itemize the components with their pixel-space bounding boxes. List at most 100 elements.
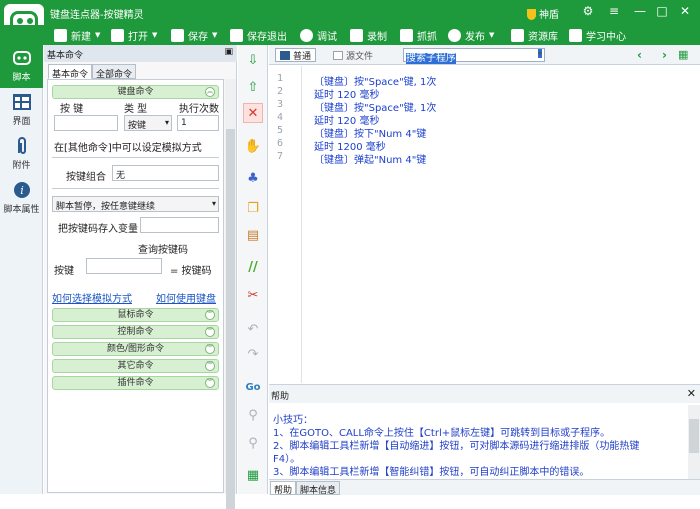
save-exit-button[interactable]: 保存退出 xyxy=(230,27,287,43)
combo-input[interactable]: 无 xyxy=(112,165,219,181)
window-icon[interactable]: ▦ xyxy=(243,465,263,485)
how-to-simulate-link[interactable]: 如何选择模拟方式 xyxy=(52,290,132,305)
move-up-icon[interactable]: ⇧ xyxy=(243,77,263,97)
svg-text:i: i xyxy=(20,184,24,197)
next-icon[interactable]: › xyxy=(662,48,667,62)
nav-interface[interactable]: 界面 xyxy=(0,89,43,132)
robot-icon xyxy=(12,51,31,65)
learning-center-button[interactable]: 学习中心 xyxy=(569,27,626,43)
goto-icon[interactable]: Go xyxy=(243,377,263,397)
move-down-icon[interactable]: ⇩ xyxy=(243,50,263,70)
line-gutter: 1 2 3 4 5 6 7 xyxy=(269,66,302,383)
scroll-thumb[interactable] xyxy=(226,129,235,509)
record-button[interactable]: 录制 xyxy=(350,27,387,43)
plugin-command-group[interactable]: 插件命令 ︾ xyxy=(52,376,219,390)
how-to-use-keyboard-link[interactable]: 如何使用键盘 xyxy=(156,290,216,305)
chevron-down-icon[interactable]: ▼ xyxy=(152,31,157,39)
collapse-icon[interactable]: ︽ xyxy=(205,87,215,97)
expand-icon[interactable]: ︾ xyxy=(205,310,215,320)
mouse-command-group[interactable]: 鼠标命令 ︾ xyxy=(52,308,219,322)
debug-button[interactable]: 调试 xyxy=(300,27,337,43)
main-toolbar: 新建 ▼ 打开 ▼ 保存 ▼ 保存退出 调试 录制 抓抓 发布 ▼ 资源库 学习中心 xyxy=(0,25,700,45)
prev-icon[interactable]: ‹ xyxy=(637,48,642,62)
group-icon[interactable]: ♣ xyxy=(243,168,263,188)
menu-icon[interactable]: ≡ xyxy=(606,4,622,18)
shield-button[interactable]: 神盾 xyxy=(527,6,559,21)
publish-button[interactable]: 发布 ▼ xyxy=(448,27,494,43)
type-select[interactable]: 按键 ▾ xyxy=(124,115,172,131)
record-icon xyxy=(350,28,363,42)
line-number: 3 xyxy=(276,99,283,110)
normal-view-icon xyxy=(280,50,290,60)
chevron-down-icon[interactable]: ▼ xyxy=(212,31,217,39)
divider xyxy=(52,188,219,189)
nav-script[interactable]: 脚本 xyxy=(0,45,43,88)
window-title: 键盘连点器-按键精灵 xyxy=(50,10,144,21)
capture-button[interactable]: 抓抓 xyxy=(400,27,437,43)
title-bar: 键盘连点器-按键精灵 神盾 ⚙ ≡ — □ ✕ xyxy=(0,0,700,44)
uncomment-icon[interactable]: ✂ xyxy=(243,285,263,305)
store-variable-input[interactable] xyxy=(140,217,219,233)
chevron-down-icon[interactable]: ▼ xyxy=(489,31,494,39)
redo-icon[interactable]: ↷ xyxy=(243,344,263,364)
pin-icon[interactable]: ▣ xyxy=(224,47,233,57)
panel-body: 键盘命令 ︽ 按 键 类 型 执行次数 按键 ▾ 1 在[其他命令]中可以设定模拟方… xyxy=(47,79,224,493)
save-button[interactable]: 保存 ▼ xyxy=(171,27,217,43)
simulate-hint: 在[其他命令]中可以设定模拟方式 xyxy=(54,143,202,154)
replace-icon[interactable]: ⚲ xyxy=(243,433,263,453)
command-panel: 基本命令 ▣ 基本命令 全部命令 键盘命令 ︽ 按 键 类 型 执行次数 按键 ▾ 1… xyxy=(44,45,237,509)
keyboard-command-group[interactable]: 键盘命令 ︽ xyxy=(52,85,219,99)
scroll-thumb[interactable] xyxy=(689,419,699,453)
save-exit-icon xyxy=(230,28,243,42)
close-icon[interactable]: ✕ xyxy=(687,387,696,400)
key-input[interactable] xyxy=(54,115,118,131)
tab-normal[interactable]: 普通 xyxy=(275,48,317,62)
shield-icon xyxy=(527,9,536,20)
new-button[interactable]: 新建 ▼ xyxy=(54,27,100,43)
pause-select[interactable]: 脚本暂停，按任意键继续 ▾ xyxy=(52,196,219,212)
tab-basic-commands[interactable]: 基本命令 xyxy=(48,64,93,80)
code-line[interactable]: 〔键盘〕弹起"Num 4"键 xyxy=(314,151,426,166)
panel-scrollbar[interactable] xyxy=(225,79,236,509)
line-number: 5 xyxy=(276,125,283,136)
source-file-icon xyxy=(333,50,343,60)
minimize-icon[interactable]: — xyxy=(632,4,648,18)
times-input[interactable]: 1 xyxy=(177,115,219,131)
plus-icon xyxy=(54,28,67,42)
gear-icon[interactable]: ⚙ xyxy=(580,4,596,18)
nav-script-properties[interactable]: i 脚本属性 xyxy=(0,177,43,220)
expand-icon[interactable]: ︾ xyxy=(205,344,215,354)
control-command-group[interactable]: 控制命令 ︾ xyxy=(52,325,219,339)
tab-script-info[interactable]: 脚本信息 xyxy=(296,481,341,496)
help-header: 帮助 xyxy=(269,385,700,403)
nav-attachment[interactable]: 附件 xyxy=(0,133,43,176)
paste-icon[interactable]: ▤ xyxy=(243,225,263,245)
query-key-input[interactable] xyxy=(86,258,162,274)
view-options-icon[interactable]: ▦ xyxy=(678,48,688,61)
delete-icon[interactable]: ✕ xyxy=(243,103,263,123)
undo-icon[interactable]: ↶ xyxy=(243,319,263,339)
find-icon[interactable]: ⚲ xyxy=(243,405,263,425)
chevron-down-icon[interactable]: ▼ xyxy=(95,31,100,39)
tab-help[interactable]: 帮助 xyxy=(270,481,297,496)
chevron-down-icon[interactable]: ▾ xyxy=(537,49,542,58)
resource-library-button[interactable]: 资源库 xyxy=(511,27,558,43)
chevron-down-icon: ▾ xyxy=(211,199,216,208)
other-command-group[interactable]: 其它命令 ︾ xyxy=(52,359,219,373)
copy-icon[interactable]: ❐ xyxy=(243,198,263,218)
maximize-icon[interactable]: □ xyxy=(654,4,670,18)
tab-all-commands[interactable]: 全部命令 xyxy=(92,64,137,80)
comment-icon[interactable]: // xyxy=(243,257,263,277)
script-editor[interactable]: 1 2 3 4 5 6 7 〔键盘〕按"Space"键, 1次 延时 120 毫… xyxy=(269,66,700,383)
tab-source[interactable]: 源文件 xyxy=(329,48,377,62)
key-label: 按键 xyxy=(54,266,74,277)
expand-icon[interactable]: ︾ xyxy=(205,361,215,371)
color-image-command-group[interactable]: 颜色/图形命令 ︾ xyxy=(52,342,219,356)
hand-icon[interactable]: ✋ xyxy=(243,136,263,156)
subroutine-search-box[interactable]: 搜索子程序 ▾ xyxy=(403,48,545,64)
expand-icon[interactable]: ︾ xyxy=(205,378,215,388)
expand-icon[interactable]: ︾ xyxy=(205,327,215,337)
open-button[interactable]: 打开 ▼ xyxy=(111,27,157,43)
help-scrollbar[interactable] xyxy=(688,405,700,479)
close-icon[interactable]: ✕ xyxy=(677,4,693,18)
